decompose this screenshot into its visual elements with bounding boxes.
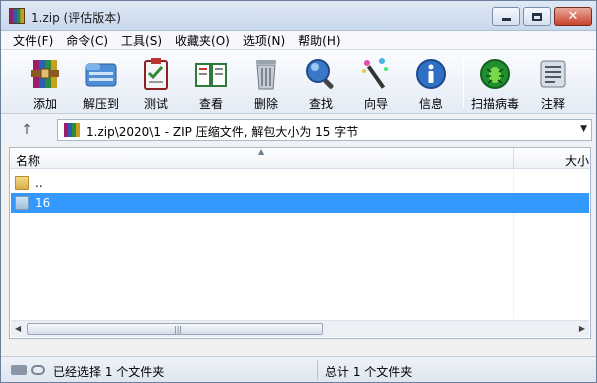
wizard-button[interactable]: 向导 — [350, 54, 402, 112]
sort-ascending-icon: ▲ — [258, 147, 265, 156]
column-divider[interactable] — [513, 148, 514, 169]
title-bar: 1.zip (评估版本) ✕ — [1, 1, 596, 31]
status-bar: 已经选择 1 个文件夹 总计 1 个文件夹 — [1, 356, 596, 382]
address-path: 1.zip\2020\1 - ZIP 压缩文件, 解包大小为 15 字节 — [86, 125, 359, 139]
menu-help[interactable]: 帮助(H) — [292, 32, 347, 49]
total-status: 总计 1 个文件夹 — [325, 365, 413, 379]
close-icon: ✕ — [567, 9, 579, 24]
menu-commands[interactable]: 命令(C) — [60, 32, 115, 49]
list-item-selected[interactable]: 16 — [11, 193, 589, 213]
status-divider — [317, 360, 318, 380]
find-label: 查找 — [308, 97, 333, 111]
app-window: 1.zip (评估版本) ✕ 文件(F) 命令(C) 工具(S) 收藏夹(O) … — [0, 0, 597, 383]
virus-scan-label: 扫描病毒 — [470, 97, 519, 111]
menu-bar: 文件(F) 命令(C) 工具(S) 收藏夹(O) 选项(N) 帮助(H) — [1, 31, 596, 49]
item-name: .. — [35, 176, 43, 190]
drive-icon[interactable] — [11, 365, 27, 375]
find-button[interactable]: 查找 — [295, 54, 347, 112]
delete-label: 删除 — [253, 97, 278, 111]
test-button[interactable]: 测试 — [130, 54, 182, 112]
info-label: 信息 — [418, 97, 443, 111]
menu-file[interactable]: 文件(F) — [7, 32, 60, 49]
info-button[interactable]: 信息 — [405, 54, 457, 112]
view-label: 查看 — [198, 97, 223, 111]
chevron-down-icon[interactable]: ▼ — [580, 124, 587, 134]
horizontal-scrollbar[interactable]: ◀ ||| ▶ — [11, 320, 589, 337]
folder-icon — [15, 196, 29, 210]
file-list: ▲ 名称 大小 .. 16 ◀ ||| ▶ — [9, 147, 591, 339]
column-name-header[interactable]: 名称 — [16, 152, 40, 169]
item-name: 16 — [35, 196, 51, 210]
extract-to-button[interactable]: 解压到 — [75, 54, 127, 112]
list-header: ▲ 名称 大小 — [10, 148, 590, 169]
magnifier-icon — [306, 59, 334, 89]
scroll-right-icon[interactable]: ▶ — [579, 324, 585, 333]
comment-icon — [540, 60, 566, 88]
grip-icon: ||| — [174, 325, 183, 334]
add-button[interactable]: 添加 — [19, 54, 71, 112]
add-archive-icon — [31, 60, 59, 88]
winrar-app-icon — [9, 8, 25, 24]
key-icon[interactable] — [31, 365, 45, 375]
view-book-icon — [195, 63, 227, 87]
scroll-left-icon[interactable]: ◀ — [15, 324, 21, 333]
minimize-button[interactable] — [492, 7, 520, 26]
minimize-icon — [501, 18, 511, 21]
comment-button[interactable]: 注释 — [527, 54, 579, 112]
view-button[interactable]: 查看 — [185, 54, 237, 112]
toolbar-separator — [463, 56, 464, 108]
virus-scan-icon — [480, 59, 510, 89]
close-button[interactable]: ✕ — [554, 7, 592, 26]
wizard-wand-icon — [362, 58, 388, 89]
address-field[interactable]: 1.zip\2020\1 - ZIP 压缩文件, 解包大小为 15 字节 ▼ — [57, 119, 592, 141]
window-title: 1.zip (评估版本) — [31, 11, 121, 25]
column-size-header[interactable]: 大小 — [565, 152, 589, 169]
add-label: 添加 — [32, 97, 57, 111]
maximize-icon — [532, 12, 542, 21]
virus-scan-button[interactable]: 扫描病毒 — [469, 54, 521, 112]
scrollbar-thumb[interactable]: ||| — [27, 323, 323, 335]
menu-options[interactable]: 选项(N) — [237, 32, 292, 49]
test-icon — [144, 58, 168, 90]
folder-icon — [15, 176, 29, 190]
extract-to-icon — [85, 63, 117, 87]
selection-status: 已经选择 1 个文件夹 — [53, 365, 165, 379]
comment-label: 注释 — [540, 97, 565, 111]
list-item[interactable]: .. — [11, 173, 589, 193]
address-bar: ↑ 1.zip\2020\1 - ZIP 压缩文件, 解包大小为 15 字节 ▼ — [1, 115, 596, 145]
menu-favorites[interactable]: 收藏夹(O) — [169, 32, 237, 49]
archive-icon — [64, 123, 80, 137]
maximize-button[interactable] — [523, 7, 551, 26]
toolbar: 添加 解压到 测试 查看 删除 查找 向导 信息 扫描病毒 注释 — [1, 49, 596, 114]
up-folder-button[interactable]: ↑ — [17, 121, 37, 139]
menu-tools[interactable]: 工具(S) — [115, 32, 169, 49]
delete-button[interactable]: 删除 — [240, 54, 292, 112]
info-icon — [416, 59, 446, 89]
extract-to-label: 解压到 — [82, 97, 119, 111]
wizard-label: 向导 — [363, 97, 388, 111]
trash-icon — [256, 60, 276, 90]
test-label: 测试 — [143, 97, 168, 111]
